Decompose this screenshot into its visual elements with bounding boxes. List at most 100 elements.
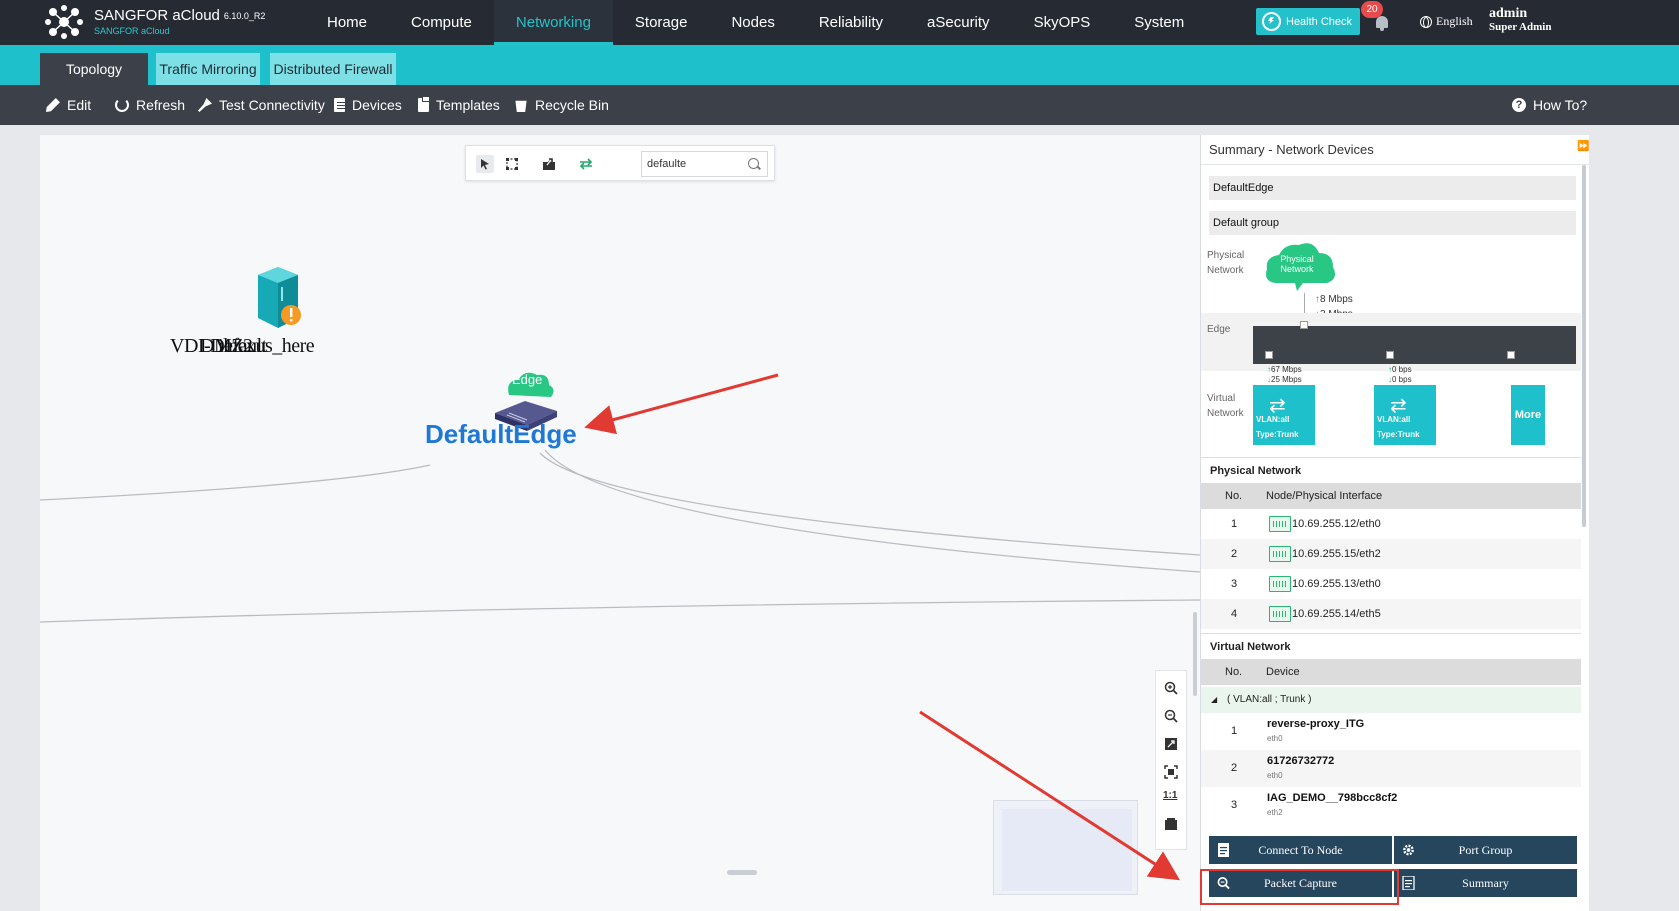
topology-canvas[interactable]: VDI-Default ilnexus_here DMZ2 Edge Defau… bbox=[40, 135, 1200, 911]
plug-icon bbox=[198, 98, 212, 112]
zoom-in-icon[interactable] bbox=[1164, 681, 1178, 695]
nav-reliability[interactable]: Reliability bbox=[797, 0, 905, 45]
list-item[interactable]: 2 61726732772 eth0 bbox=[1201, 750, 1581, 787]
language-label: English bbox=[1436, 14, 1473, 28]
panel-title-sep: - bbox=[1268, 142, 1273, 157]
more-button[interactable]: More bbox=[1511, 385, 1545, 445]
list-icon bbox=[1402, 876, 1415, 890]
vlan-group-row[interactable]: ◢ ( VLAN:all ; Trunk ) bbox=[1201, 687, 1581, 713]
tab-traffic-mirroring[interactable]: Traffic Mirroring bbox=[156, 53, 260, 85]
recycle-bin-label: Recycle Bin bbox=[535, 97, 609, 113]
pointer-icon[interactable] bbox=[476, 155, 494, 173]
brand-name: SANGFOR aCloud bbox=[94, 7, 220, 24]
list-item[interactable]: 1 reverse-proxy_ITG eth0 bbox=[1201, 713, 1581, 750]
vlan-group-label: ( VLAN:all ; Trunk ) bbox=[1227, 694, 1312, 705]
table-row[interactable]: 4 10.69.255.14/eth5 bbox=[1201, 599, 1581, 629]
zoom-out-icon[interactable] bbox=[1164, 709, 1178, 723]
templates-button[interactable]: Templates bbox=[418, 85, 500, 125]
brand-subtitle: SANGFOR aCloud bbox=[94, 26, 170, 36]
port-group-button[interactable]: Port Group bbox=[1394, 836, 1577, 864]
vlan1-type: Type:Trunk bbox=[1256, 430, 1299, 439]
virtual-col-device: Device bbox=[1266, 666, 1300, 678]
virtual-table-header: No. Device bbox=[1201, 659, 1581, 685]
refresh-button[interactable]: Refresh bbox=[115, 85, 185, 125]
devices-button[interactable]: Devices bbox=[334, 85, 402, 125]
nav-nodes[interactable]: Nodes bbox=[709, 0, 796, 45]
nic-icon bbox=[1269, 576, 1291, 592]
templates-label: Templates bbox=[436, 97, 500, 113]
refresh-label: Refresh bbox=[136, 97, 186, 113]
nav-home[interactable]: Home bbox=[305, 0, 389, 45]
fullscreen-icon[interactable] bbox=[1164, 737, 1178, 751]
recycle-bin-button[interactable]: Recycle Bin bbox=[514, 85, 609, 125]
devices-icon bbox=[334, 98, 345, 112]
test-connectivity-button[interactable]: Test Connectivity bbox=[198, 85, 325, 125]
edge-port-1[interactable] bbox=[1265, 351, 1273, 359]
brand: SANGFOR aCloud 6.10.0_R2 SANGFOR aCloud bbox=[94, 7, 265, 36]
nav-storage[interactable]: Storage bbox=[613, 0, 710, 45]
table-row[interactable]: 3 10.69.255.13/eth0 bbox=[1201, 569, 1581, 599]
nav-skyops[interactable]: SkyOPS bbox=[1012, 0, 1113, 45]
user-menu[interactable]: admin Super Admin bbox=[1489, 6, 1551, 33]
table-row[interactable]: 1 10.69.255.12/eth0 bbox=[1201, 509, 1581, 539]
vlan-switch-2[interactable]: ⇄ VLAN:all Type:Trunk bbox=[1374, 385, 1436, 445]
canvas-resize-handle[interactable] bbox=[727, 870, 757, 875]
test-connectivity-label: Test Connectivity bbox=[219, 97, 325, 113]
minimap[interactable] bbox=[993, 800, 1138, 895]
panel-title-main: Summary bbox=[1209, 142, 1265, 157]
list-item[interactable]: 3 IAG_DEMO__798bcc8cf2 eth2 bbox=[1201, 787, 1581, 824]
nic-icon bbox=[1269, 516, 1291, 532]
panel-divider bbox=[1201, 164, 1590, 165]
collapse-panel-icon[interactable]: ⏩ bbox=[1577, 141, 1589, 152]
port1-rate-up: ↑67 Mbps bbox=[1267, 365, 1302, 374]
language-selector[interactable]: English bbox=[1420, 14, 1473, 29]
minimap-toggle-icon[interactable] bbox=[1164, 817, 1178, 831]
nav-asecurity[interactable]: aSecurity bbox=[905, 0, 1012, 45]
sub-tab-bar: Topology Traffic Mirroring Distributed F… bbox=[0, 45, 1679, 85]
table-row[interactable]: 2 10.69.255.15/eth2 bbox=[1201, 539, 1581, 569]
health-icon bbox=[1262, 12, 1281, 31]
box-select-icon[interactable] bbox=[503, 155, 521, 173]
vdi-label-3: DMZ2 bbox=[200, 335, 253, 357]
fit-view-icon[interactable] bbox=[1164, 765, 1178, 779]
tab-topology[interactable]: Topology bbox=[40, 53, 148, 85]
edit-label: Edit bbox=[67, 97, 92, 113]
physical-col-no: No. bbox=[1225, 490, 1243, 502]
virtual-network-label: Virtual Network bbox=[1207, 393, 1244, 419]
server-warning-icon[interactable] bbox=[253, 263, 303, 333]
nav-system[interactable]: System bbox=[1112, 0, 1206, 45]
vlan-switch-1[interactable]: ⇄ VLAN:all Type:Trunk bbox=[1253, 385, 1315, 445]
group-box: Default group bbox=[1209, 211, 1576, 235]
swap-icon[interactable] bbox=[577, 155, 595, 173]
edit-button[interactable]: Edit bbox=[46, 85, 91, 125]
user-name: admin bbox=[1489, 6, 1528, 21]
vlan2-vlan: VLAN:all bbox=[1377, 415, 1411, 424]
nav-compute[interactable]: Compute bbox=[389, 0, 494, 45]
how-to-button[interactable]: ? How To? bbox=[1512, 85, 1587, 125]
edge-bar[interactable] bbox=[1253, 326, 1576, 364]
connect-to-node-button[interactable]: Connect To Node bbox=[1209, 836, 1392, 864]
health-check-button[interactable]: Health Check bbox=[1256, 8, 1360, 35]
canvas-scrollbar[interactable] bbox=[1193, 612, 1197, 696]
port1-rate-down: ↓25 Mbps bbox=[1267, 375, 1302, 384]
edge-badge: Edge bbox=[512, 372, 543, 387]
edge-port-2[interactable] bbox=[1386, 351, 1394, 359]
collapse-triangle-icon[interactable]: ◢ bbox=[1211, 687, 1217, 713]
gear-icon bbox=[1403, 844, 1414, 856]
nav-networking[interactable]: Networking bbox=[493, 0, 613, 45]
summary-button[interactable]: Summary bbox=[1394, 869, 1577, 897]
minimap-viewport[interactable] bbox=[1002, 809, 1132, 891]
export-icon[interactable] bbox=[540, 155, 558, 173]
clipboard-icon bbox=[418, 96, 430, 112]
edge-uplink-port[interactable] bbox=[1300, 321, 1308, 329]
search-icon[interactable] bbox=[748, 158, 759, 169]
zoom-reset-button[interactable]: 1:1 bbox=[1163, 790, 1179, 804]
vlan1-vlan: VLAN:all bbox=[1256, 415, 1290, 424]
tab-distributed-firewall[interactable]: Distributed Firewall bbox=[270, 53, 396, 85]
devices-label: Devices bbox=[352, 97, 402, 113]
document-icon bbox=[1218, 843, 1229, 857]
panel-scrollbar[interactable] bbox=[1582, 165, 1586, 527]
question-icon: ? bbox=[1512, 98, 1526, 112]
user-role: Super Admin bbox=[1489, 21, 1552, 33]
edge-port-3[interactable] bbox=[1507, 351, 1515, 359]
